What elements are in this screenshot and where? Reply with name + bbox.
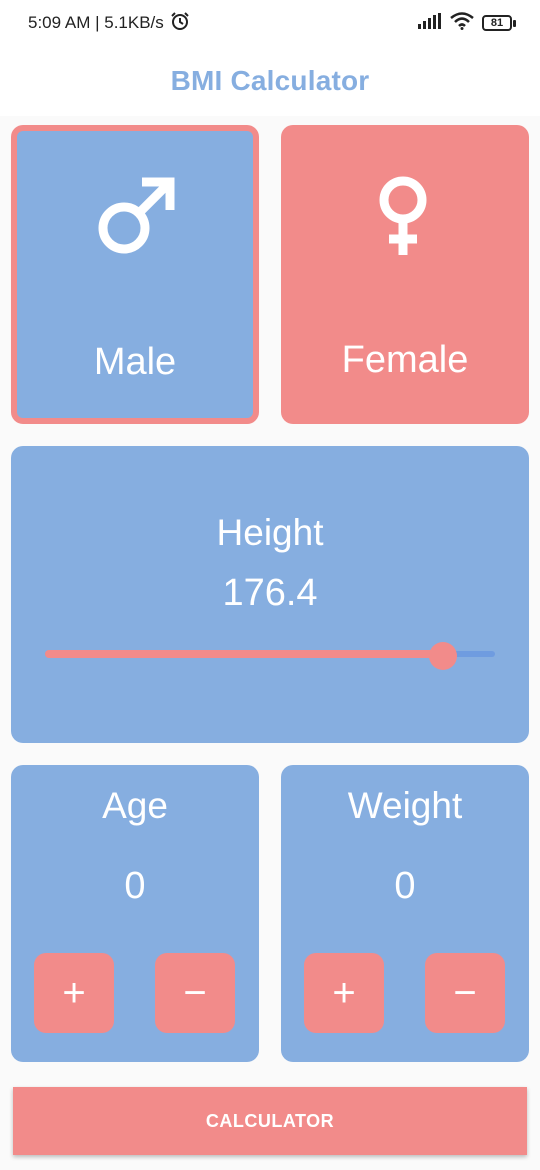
age-plus-button[interactable]: + (34, 953, 114, 1033)
plus-icon: + (62, 970, 86, 1015)
plus-icon: + (332, 970, 356, 1015)
female-label: Female (341, 339, 469, 381)
minus-icon: − (183, 970, 207, 1015)
age-value: 0 (124, 865, 146, 907)
slider-track-active (45, 650, 443, 658)
male-symbol-icon (97, 177, 175, 260)
age-label: Age (102, 785, 168, 826)
age-card: Age 0 + − (11, 765, 259, 1062)
minus-icon: − (453, 970, 477, 1015)
signal-icon (418, 12, 442, 34)
weight-minus-button[interactable]: − (425, 953, 505, 1033)
height-card: Height 176.4 (11, 446, 529, 743)
female-symbol-icon (373, 175, 433, 262)
status-right: 81 (418, 11, 516, 35)
calculate-button[interactable]: CALCULATOR (13, 1087, 527, 1155)
female-card[interactable]: Female (281, 125, 529, 424)
height-value: 176.4 (222, 572, 318, 614)
app-bar: BMI Calculator (0, 46, 540, 116)
slider-thumb[interactable] (429, 642, 457, 670)
height-label: Height (216, 512, 324, 553)
height-slider[interactable] (45, 642, 495, 670)
male-label: Male (93, 341, 177, 383)
status-time: 5:09 AM | 5.1KB/s (28, 13, 164, 32)
battery-level: 81 (482, 15, 512, 31)
battery-icon: 81 (482, 15, 516, 31)
wifi-icon (450, 11, 474, 35)
page-title: BMI Calculator (170, 65, 370, 96)
calculate-button-label: CALCULATOR (205, 1110, 335, 1131)
weight-plus-button[interactable]: + (304, 953, 384, 1033)
weight-value: 0 (394, 865, 416, 907)
alarm-icon (170, 11, 190, 36)
weight-card: Weight 0 + − (281, 765, 529, 1062)
status-left: 5:09 AM | 5.1KB/s (28, 11, 190, 36)
age-minus-button[interactable]: − (155, 953, 235, 1033)
weight-label: Weight (347, 785, 463, 826)
status-bar: 5:09 AM | 5.1KB/s 81 (0, 0, 540, 46)
male-card[interactable]: Male (11, 125, 259, 424)
